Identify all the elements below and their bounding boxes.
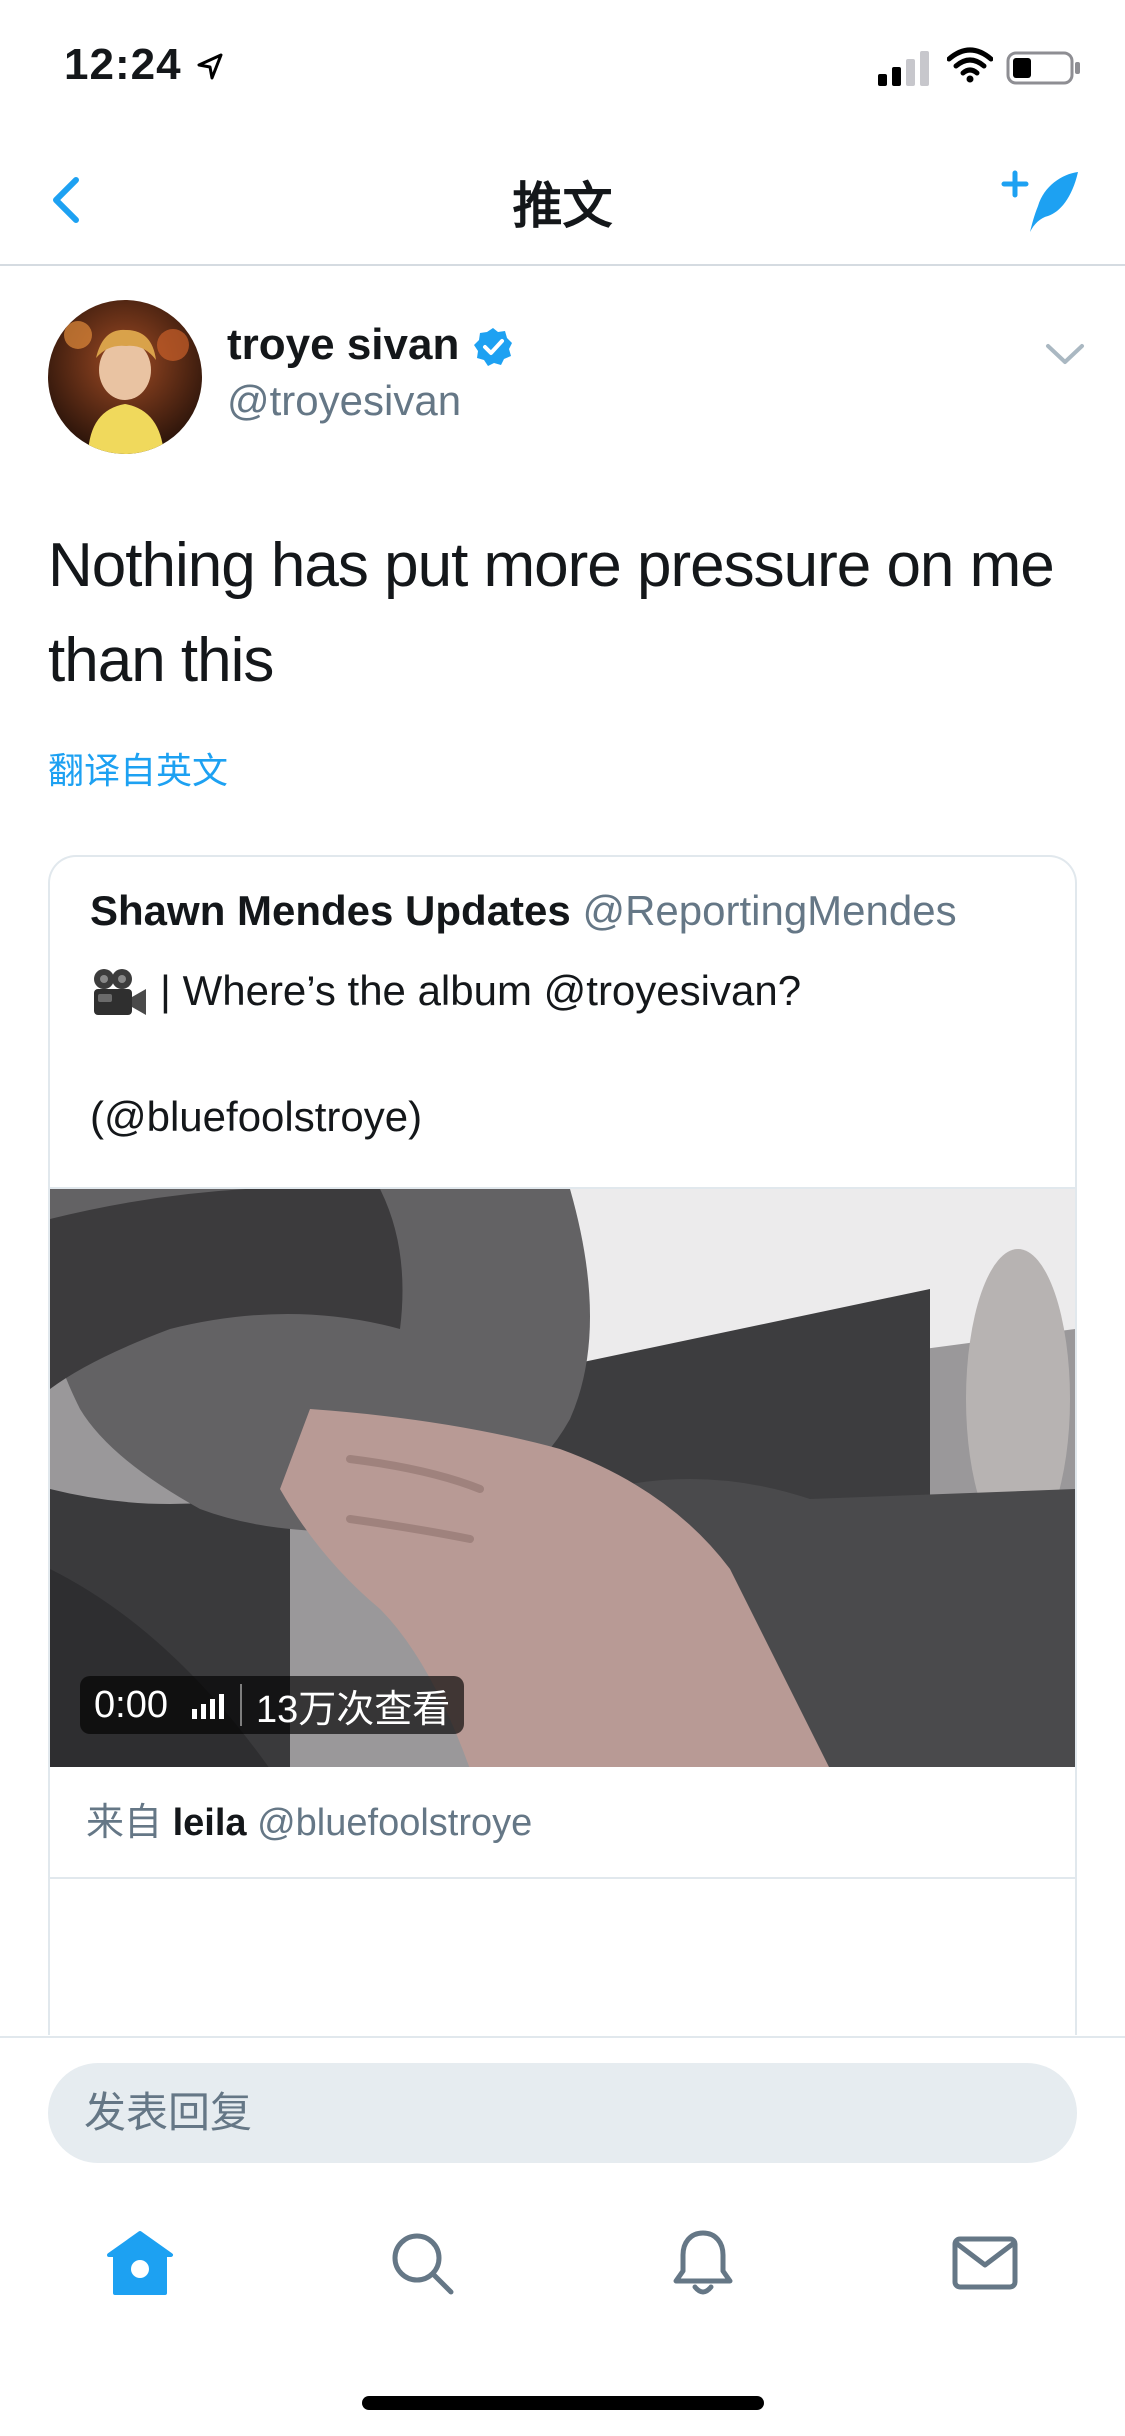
video-views: 13万次查看 xyxy=(255,1688,451,1731)
messages-envelope-icon xyxy=(952,2236,1018,2290)
tab-search[interactable] xyxy=(377,2218,467,2308)
quote-text-line2: (@bluefoolstroye) xyxy=(90,1093,423,1140)
translate-link[interactable]: 翻译自英文 xyxy=(48,742,228,794)
quoted-tweet-card[interactable]: Shawn Mendes Updates @ReportingMendes | … xyxy=(48,855,1077,2035)
compose-feather-icon xyxy=(1001,170,1078,232)
video-player[interactable]: 0:00 13万次查看 xyxy=(50,1187,1075,1767)
status-time: 12:24 xyxy=(64,40,182,89)
video-info-overlay: 0:00 13万次查看 xyxy=(80,1676,465,1734)
tab-messages[interactable] xyxy=(940,2218,1030,2308)
status-bar: 12:24 xyxy=(0,0,1125,132)
quote-text-line: | Where’s the album @troyesivan? xyxy=(90,967,801,1021)
attribution-handle: @bluefoolstroye xyxy=(257,1802,533,1844)
home-indicator xyxy=(362,2396,764,2410)
quote-text-line1: | Where’s the album @troyesivan? xyxy=(160,967,802,1015)
tab-home[interactable] xyxy=(95,2218,185,2308)
location-arrow-icon xyxy=(197,53,223,80)
reply-input[interactable] xyxy=(48,2063,1077,2163)
search-icon xyxy=(392,2233,454,2295)
quote-author-name: Shawn Mendes Updates xyxy=(90,887,571,934)
wifi-icon xyxy=(947,47,993,83)
chevron-down-icon xyxy=(1046,344,1084,364)
quote-header: Shawn Mendes Updates @ReportingMendes xyxy=(90,887,957,935)
verified-badge-icon xyxy=(474,328,512,366)
author-name[interactable]: troye sivan xyxy=(227,320,459,370)
video-time: 0:00 xyxy=(94,1683,168,1726)
video-attribution[interactable]: 来自 leila @bluefoolstroye xyxy=(50,1767,1075,1879)
movie-camera-icon xyxy=(94,969,146,1015)
home-icon xyxy=(107,2231,173,2295)
tweet-text: Nothing has put more pressure on me than… xyxy=(48,531,1055,695)
tweet-options-button[interactable] xyxy=(1040,334,1090,374)
attribution-name: leila xyxy=(172,1802,247,1844)
avatar-photo xyxy=(48,300,202,454)
audio-bars-icon xyxy=(191,1694,224,1719)
avatar[interactable] xyxy=(48,300,202,454)
attribution-prefix: 来自 xyxy=(86,1802,163,1844)
tab-notifications[interactable] xyxy=(658,2218,748,2308)
author-handle[interactable]: @troyesivan xyxy=(227,377,461,425)
signal-icon xyxy=(878,51,929,86)
battery-icon xyxy=(1006,51,1080,85)
notifications-bell-icon xyxy=(673,2230,733,2295)
quote-author-handle: @ReportingMendes xyxy=(582,887,957,934)
video-overlay-divider xyxy=(239,1684,242,1726)
compose-button[interactable] xyxy=(998,162,1088,242)
page-title: 推文 xyxy=(512,178,613,234)
nav-bar: 推文 xyxy=(0,132,1125,266)
